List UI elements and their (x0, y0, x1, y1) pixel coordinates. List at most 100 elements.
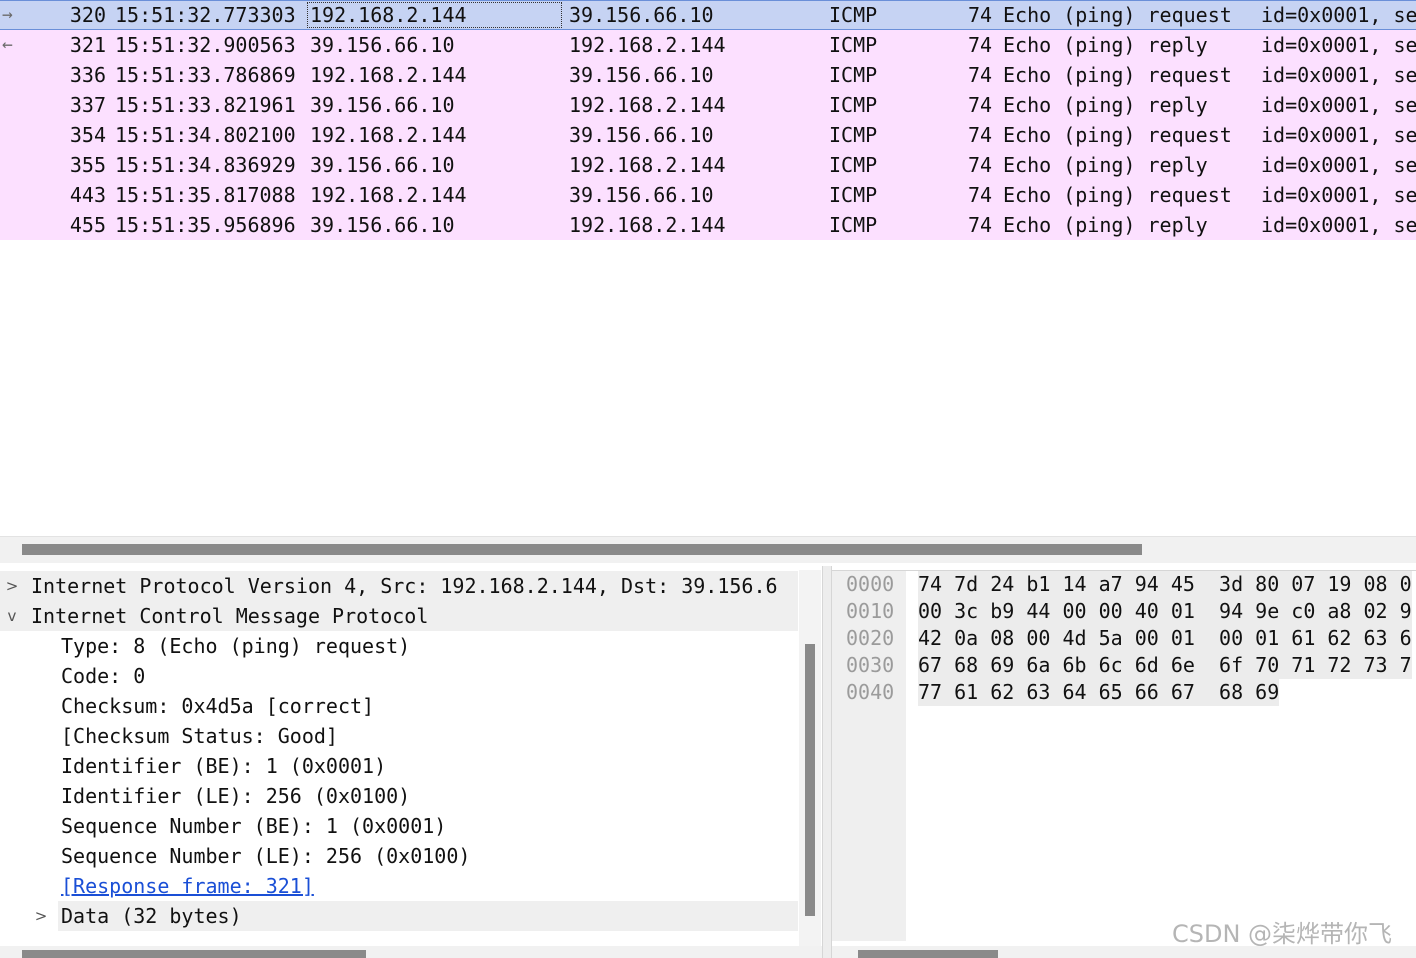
packet-time: 15:51:35.817088 (115, 183, 296, 207)
packet-list-horizontal-scrollbar[interactable] (0, 536, 1416, 563)
packet-length: 74 (968, 63, 993, 87)
byte-offset: 0040 (846, 680, 895, 704)
packet-destination: 192.168.2.144 (569, 93, 726, 117)
packet-row[interactable]: ← 321 15:51:32.900563 39.156.66.10 192.168.2… (0, 30, 1416, 60)
packet-info: Echo (ping) reply (1003, 213, 1208, 237)
packet-row[interactable]: 455 15:51:35.956896 39.156.66.10 192.168.2.… (0, 210, 1416, 240)
tree-item-field[interactable]: Type: 8 (Echo (ping) request) (0, 631, 798, 661)
packet-time: 15:51:33.786869 (115, 63, 296, 87)
packet-source: 39.156.66.10 (310, 153, 455, 177)
packet-destination: 192.168.2.144 (569, 213, 726, 237)
details-vertical-scrollbar[interactable] (799, 570, 821, 946)
hex-bytes-line[interactable]: 77 61 62 63 64 65 66 67 68 69 (918, 679, 1280, 706)
packet-source: 39.156.66.10 (310, 33, 455, 57)
packet-source: 192.168.2.144 (310, 123, 467, 147)
tree-item-field[interactable]: Sequence Number (BE): 1 (0x0001) (0, 811, 798, 841)
packet-destination: 192.168.2.144 (569, 33, 726, 57)
packet-info: Echo (ping) request (1003, 123, 1232, 147)
packet-protocol: ICMP (829, 213, 878, 237)
pane-splitter[interactable] (822, 566, 832, 958)
packet-protocol: ICMP (829, 93, 878, 117)
tree-item-data[interactable]: > Data (32 bytes) (35, 901, 798, 931)
chevron-right-icon[interactable]: > (31, 901, 51, 931)
packet-info-id: id=0x0001, se (1261, 153, 1416, 177)
packet-info: Echo (ping) reply (1003, 93, 1208, 117)
tree-item-label: Internet Control Message Protocol (31, 604, 429, 628)
tree-item-field[interactable]: [Checksum Status: Good] (0, 721, 798, 751)
packet-info: Echo (ping) request (1003, 183, 1232, 207)
tree-item-label: Identifier (LE): 256 (0x0100) (61, 784, 411, 808)
tree-item-field[interactable]: Code: 0 (0, 661, 798, 691)
packet-number: 455 (69, 213, 106, 237)
byte-offset: 0010 (846, 599, 895, 623)
tree-item-icmp[interactable]: v Internet Control Message Protocol (0, 601, 798, 631)
hex-bytes-line[interactable]: 00 3c b9 44 00 00 40 01 94 9e c0 a8 02 9 (918, 598, 1412, 625)
tree-item-ipv4[interactable]: > Internet Protocol Version 4, Src: 192.… (0, 571, 798, 601)
packet-time: 15:51:35.956896 (115, 213, 296, 237)
tree-item-label: Code: 0 (61, 664, 146, 688)
byte-offset: 0000 (846, 572, 895, 596)
packet-number: 355 (69, 153, 106, 177)
packet-list[interactable]: → 320 15:51:32.773303 192.168.2.144 39.156.6… (0, 0, 1416, 536)
byte-offset: 0030 (846, 653, 895, 677)
packet-source: 39.156.66.10 (310, 93, 455, 117)
hex-bytes-line[interactable]: 42 0a 08 00 4d 5a 00 01 00 01 61 62 63 6 (918, 625, 1412, 652)
packet-info-id: id=0x0001, se (1261, 183, 1416, 207)
packet-info-id: id=0x0001, se (1261, 93, 1416, 117)
chevron-down-icon[interactable]: v (2, 601, 22, 631)
packet-number: 336 (69, 63, 106, 87)
packet-source: 39.156.66.10 (310, 213, 455, 237)
packet-destination: 39.156.66.10 (569, 3, 714, 27)
packet-row[interactable]: 443 15:51:35.817088 192.168.2.144 39.156.66… (0, 180, 1416, 210)
packet-info: Echo (ping) request (1003, 3, 1232, 27)
tree-item-label: Type: 8 (Echo (ping) request) (61, 634, 411, 658)
packet-number: 337 (69, 93, 106, 117)
packet-info: Echo (ping) reply (1003, 153, 1208, 177)
scrollbar-thumb[interactable] (22, 544, 1142, 555)
scrollbar-thumb[interactable] (858, 950, 998, 958)
tree-item-label: Sequence Number (LE): 256 (0x0100) (61, 844, 471, 868)
packet-row[interactable]: 336 15:51:33.786869 192.168.2.144 39.156.66… (0, 60, 1416, 90)
offset-column: 0000 0010 0020 0030 0040 (832, 571, 906, 941)
arrow-left-icon: ← (2, 34, 13, 55)
packet-protocol: ICMP (829, 33, 878, 57)
tree-item-field[interactable]: Identifier (LE): 256 (0x0100) (0, 781, 798, 811)
scrollbar-thumb[interactable] (805, 644, 815, 916)
tree-item-field[interactable]: Identifier (BE): 1 (0x0001) (0, 751, 798, 781)
arrow-right-icon: → (2, 4, 13, 25)
packet-row[interactable]: 354 15:51:34.802100 192.168.2.144 39.156.66… (0, 120, 1416, 150)
packet-time: 15:51:32.773303 (115, 3, 296, 27)
tree-item-label: Checksum: 0x4d5a [correct] (61, 694, 375, 718)
packet-length: 74 (968, 213, 993, 237)
packet-number: 443 (69, 183, 106, 207)
packet-number: 354 (69, 123, 106, 147)
chevron-right-icon[interactable]: > (2, 571, 22, 601)
details-horizontal-scrollbar[interactable] (0, 946, 822, 958)
packet-length: 74 (968, 183, 993, 207)
packet-length: 74 (968, 33, 993, 57)
packet-row[interactable]: 337 15:51:33.821961 39.156.66.10 192.168.2.… (0, 90, 1416, 120)
response-frame-link[interactable]: [Response frame: 321] (61, 871, 314, 901)
packet-source: 192.168.2.144 (310, 183, 467, 207)
packet-info: Echo (ping) reply (1003, 33, 1208, 57)
packet-bytes-pane[interactable]: 0000 0010 0020 0030 0040 74 7d 24 b1 14 a7 9… (832, 570, 1416, 947)
packet-row[interactable]: → 320 15:51:32.773303 192.168.2.144 39.156.6… (0, 0, 1416, 30)
hex-bytes-line[interactable]: 67 68 69 6a 6b 6c 6d 6e 6f 70 71 72 73 7 (918, 652, 1412, 679)
tree-item-field[interactable]: Checksum: 0x4d5a [correct] (0, 691, 798, 721)
tree-item-label: Data (32 bytes) (61, 904, 242, 928)
hex-bytes-line[interactable]: 74 7d 24 b1 14 a7 94 45 3d 80 07 19 08 0 (918, 571, 1412, 598)
scrollbar-thumb[interactable] (22, 950, 366, 958)
packet-protocol: ICMP (829, 123, 878, 147)
packet-info-id: id=0x0001, se (1261, 63, 1416, 87)
tree-item-label: Sequence Number (BE): 1 (0x0001) (61, 814, 447, 838)
packet-protocol: ICMP (829, 183, 878, 207)
tree-item-label: Internet Protocol Version 4, Src: 192.16… (31, 574, 778, 598)
packet-details-tree[interactable]: > Internet Protocol Version 4, Src: 192.… (0, 570, 822, 946)
packet-length: 74 (968, 93, 993, 117)
tree-item-response-frame[interactable]: [Response frame: 321] (0, 871, 740, 901)
packet-time: 15:51:34.836929 (115, 153, 296, 177)
packet-row[interactable]: 355 15:51:34.836929 39.156.66.10 192.168.2.… (0, 150, 1416, 180)
tree-item-field[interactable]: Sequence Number (LE): 256 (0x0100) (0, 841, 798, 871)
packet-length: 74 (968, 153, 993, 177)
packet-length: 74 (968, 123, 993, 147)
